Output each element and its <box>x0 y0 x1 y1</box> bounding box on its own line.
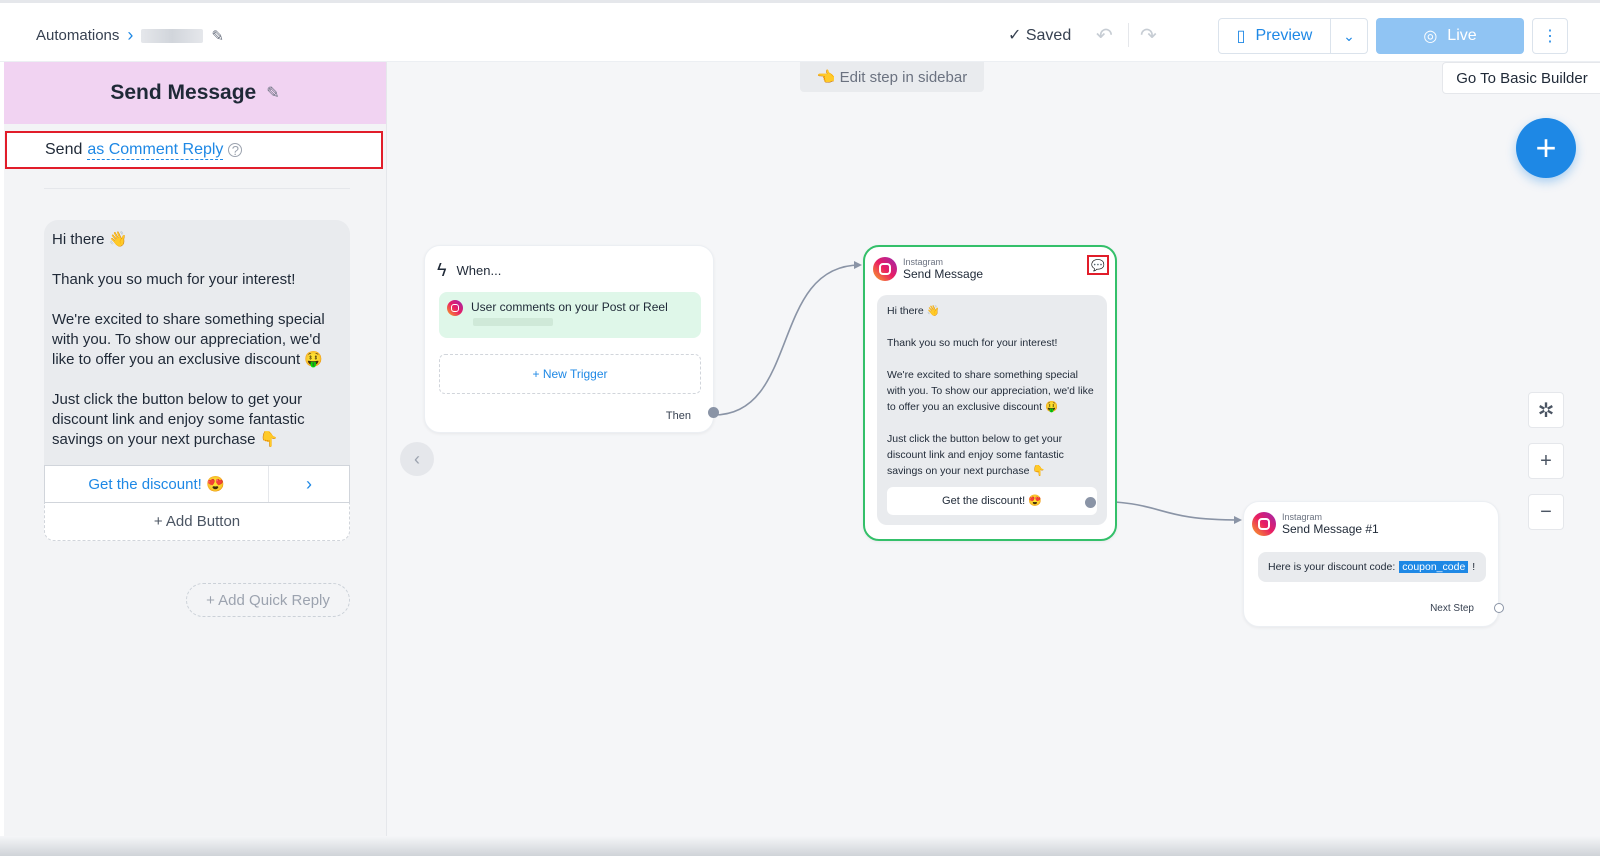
automation-name-redacted <box>141 28 204 43</box>
message-text-editor[interactable]: Hi there 👋 Thank you so much for your in… <box>44 220 350 465</box>
coupon-code-variable: coupon_code <box>1399 561 1469 573</box>
trigger-item[interactable]: User comments on your Post or Reel <box>439 292 701 338</box>
next-step-port[interactable] <box>1494 603 1504 613</box>
send-message-1-card[interactable]: Instagram Send Message #1 Here is your d… <box>1243 501 1504 627</box>
sidebar-title: Send Message <box>110 81 257 104</box>
card-header: Instagram Send Message <box>873 257 983 281</box>
check-circle-icon: ◎ <box>1423 28 1438 45</box>
message-paragraph: Hi there 👋 <box>52 231 128 248</box>
saved-status: ✓ Saved <box>1008 25 1071 45</box>
message-paragraph: Thank you so much for your interest! <box>887 337 1058 349</box>
lightning-icon: ϟ <box>437 260 447 280</box>
sidebar-header: Send Message ✎ <box>4 62 386 124</box>
discount-button[interactable]: Get the discount! 😍 <box>887 487 1097 515</box>
instagram-icon <box>1252 512 1276 536</box>
then-label: Then <box>665 410 691 422</box>
message-paragraph: We're excited to share something special… <box>52 311 325 368</box>
zoom-in-button[interactable]: + <box>1528 443 1564 479</box>
message-button-row: Get the discount! 😍 › <box>44 465 350 503</box>
divider <box>44 188 350 189</box>
live-label: Live <box>1447 27 1477 44</box>
message-bubble: Hi there 👋 Thank you so much for your in… <box>877 295 1107 525</box>
trigger-card[interactable]: ϟ When... User comments on your Post or … <box>424 245 719 433</box>
message-paragraph: Just click the button below to get your … <box>52 391 305 448</box>
add-step-button[interactable]: + <box>1516 118 1576 178</box>
instagram-icon <box>873 257 897 281</box>
message-bubble: Here is your discount code: coupon_code … <box>1258 552 1486 582</box>
phone-icon: ▯ <box>1236 28 1246 45</box>
add-quick-reply-button[interactable]: + Add Quick Reply <box>186 583 350 617</box>
trigger-text: User comments on your Post or Reel <box>471 300 668 314</box>
card-title: Send Message #1 <box>1282 522 1379 536</box>
saved-label: Saved <box>1025 27 1072 44</box>
top-bar: Automations › ✎ ✓ Saved ↶ ↷ ▯ Preview ⌄ … <box>0 0 1600 62</box>
next-step-label: Next Step <box>1430 603 1474 614</box>
divider <box>1128 23 1129 47</box>
chevron-right-icon: › <box>127 25 134 45</box>
send-prefix: Send <box>45 141 83 158</box>
platform-label: Instagram <box>1282 512 1323 522</box>
send-mode-link[interactable]: as Comment Reply <box>87 141 224 160</box>
more-options-icon[interactable]: ⋮ <box>1532 18 1568 54</box>
platform-label: Instagram <box>903 257 944 267</box>
help-icon[interactable]: ? <box>228 143 243 158</box>
discount-button[interactable]: Get the discount! 😍 <box>45 466 269 502</box>
message-paragraph: Hi there 👋 <box>887 305 940 317</box>
magic-wand-icon[interactable]: ✲ <box>1528 392 1564 428</box>
comment-reply-icon: 💬 <box>1087 255 1109 275</box>
window-bottom-edge <box>0 836 1600 856</box>
message-paragraph: We're excited to share something special… <box>887 369 1094 413</box>
redacted-text <box>473 318 553 326</box>
new-trigger-button[interactable]: + New Trigger <box>439 354 701 394</box>
pencil-icon[interactable]: ✎ <box>266 83 279 103</box>
card-title: Send Message <box>903 267 984 281</box>
preview-button[interactable]: ▯ Preview <box>1219 19 1331 53</box>
redo-icon[interactable]: ↷ <box>1140 23 1157 48</box>
chevron-down-icon[interactable]: ⌄ <box>1331 19 1367 53</box>
message-paragraph: Just click the button below to get your … <box>887 433 1064 477</box>
message-text: Here is your discount code: <box>1268 561 1396 573</box>
instagram-icon <box>447 300 463 316</box>
then-output-port[interactable] <box>708 407 719 418</box>
button-output-port[interactable] <box>1085 497 1096 508</box>
checkmark-icon: ✓ <box>1008 27 1022 44</box>
pencil-icon[interactable]: ✎ <box>211 27 224 45</box>
undo-icon[interactable]: ↶ <box>1096 23 1113 48</box>
breadcrumb: Automations › ✎ <box>36 25 224 46</box>
message-paragraph: Thank you so much for your interest! <box>52 271 296 288</box>
preview-label: Preview <box>1255 27 1313 44</box>
step-sidebar: Send Message ✎ Send as Comment Reply ? H… <box>4 62 387 856</box>
edit-step-hint: 👈 Edit step in sidebar <box>800 62 984 92</box>
basic-builder-button[interactable]: Go To Basic Builder <box>1442 62 1600 94</box>
collapse-sidebar-icon[interactable]: ‹ <box>400 442 434 476</box>
card-header: Instagram Send Message #1 <box>1252 512 1379 536</box>
live-button[interactable]: ◎ Live <box>1376 18 1524 54</box>
send-message-card[interactable]: Instagram Send Message 💬 Hi there 👋 Than… <box>863 245 1117 541</box>
chevron-right-icon[interactable]: › <box>269 466 349 502</box>
when-label: When... <box>456 263 502 278</box>
send-mode-row: Send as Comment Reply ? <box>5 131 383 169</box>
message-suffix: ! <box>1472 561 1476 573</box>
preview-button-group: ▯ Preview ⌄ <box>1218 18 1368 54</box>
when-header: ϟ When... <box>437 260 501 281</box>
breadcrumb-automations-link[interactable]: Automations <box>36 27 119 44</box>
zoom-out-button[interactable]: − <box>1528 494 1564 530</box>
add-button[interactable]: + Add Button <box>44 503 350 541</box>
